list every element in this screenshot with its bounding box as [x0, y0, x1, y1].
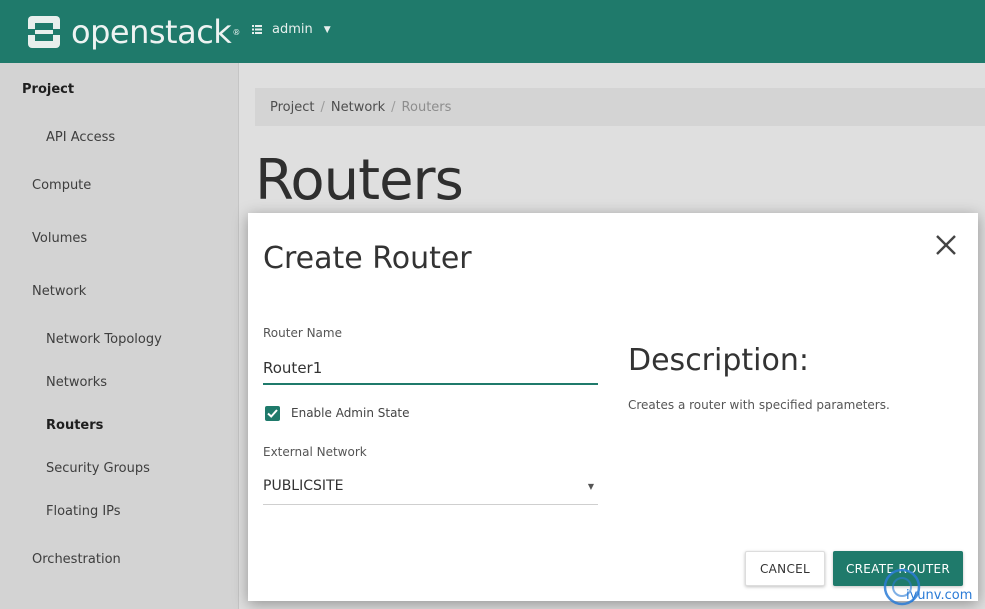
caret-down-icon: ▼	[323, 24, 331, 35]
description-title: Description:	[628, 343, 809, 378]
project-selector-label: admin	[272, 22, 313, 37]
description-text: Creates a router with specified paramete…	[628, 398, 890, 412]
openstack-logo-icon	[26, 16, 62, 48]
checkmark-icon	[267, 409, 278, 418]
external-network-select[interactable]: PUBLICSITE ▼	[263, 472, 598, 505]
caret-down-icon: ▼	[587, 482, 594, 491]
router-name-input[interactable]	[263, 353, 598, 385]
brand-name: openstack	[71, 13, 232, 51]
project-selector[interactable]: admin ▼	[252, 22, 331, 37]
watermark-text: iyunv.com	[906, 588, 972, 603]
router-name-label: Router Name	[263, 326, 342, 340]
openstack-logo[interactable]: openstack ®	[26, 12, 240, 52]
top-navbar: openstack ® admin ▼	[0, 0, 985, 63]
external-network-label: External Network	[263, 445, 367, 459]
watermark-logo: iyunv.com	[883, 568, 972, 606]
list-icon	[252, 25, 262, 34]
external-network-value: PUBLICSITE	[263, 478, 344, 494]
cancel-button[interactable]: CANCEL	[745, 551, 825, 586]
close-icon[interactable]	[932, 231, 960, 259]
create-router-dialog: Create Router Router Name Enable Admin S…	[248, 213, 978, 601]
enable-admin-state-label[interactable]: Enable Admin State	[291, 406, 410, 420]
enable-admin-state-checkbox[interactable]	[265, 406, 280, 421]
dialog-title: Create Router	[263, 241, 472, 276]
brand-registered-mark: ®	[232, 27, 241, 37]
